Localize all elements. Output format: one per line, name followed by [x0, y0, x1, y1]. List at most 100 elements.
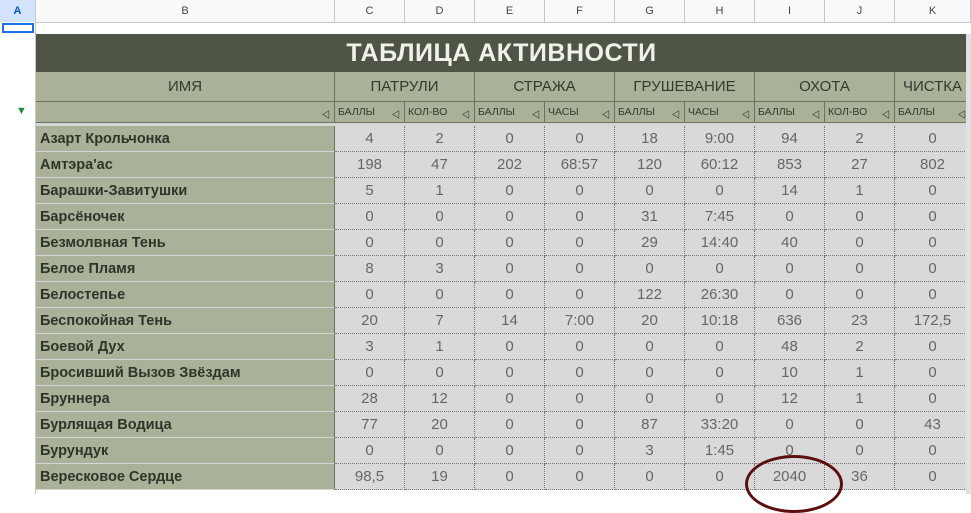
data-cell[interactable]: 98,5	[335, 464, 405, 490]
name-filter-cell[interactable]: ⨞	[36, 102, 335, 123]
data-cell[interactable]: 0	[545, 334, 615, 360]
data-cell[interactable]: 20	[615, 308, 685, 334]
data-cell[interactable]: 0	[825, 438, 895, 464]
row-name[interactable]: Амтэра'ас	[36, 152, 335, 178]
row-name[interactable]: Боевой Дух	[36, 334, 335, 360]
row-name[interactable]: Бурлящая Водица	[36, 412, 335, 438]
row-name[interactable]: Вересковое Сердце	[36, 464, 335, 490]
data-cell[interactable]: 0	[475, 282, 545, 308]
data-cell[interactable]: 26:30	[685, 282, 755, 308]
data-cell[interactable]: 1	[825, 178, 895, 204]
column-header-k[interactable]: K	[895, 0, 971, 22]
data-cell[interactable]: 1:45	[685, 438, 755, 464]
data-cell[interactable]: 77	[335, 412, 405, 438]
data-cell[interactable]: 1	[405, 334, 475, 360]
vertical-scrollbar[interactable]	[966, 34, 971, 494]
data-cell[interactable]: 0	[615, 178, 685, 204]
filter-icon[interactable]: ▼	[16, 105, 27, 117]
row-name[interactable]: Бросивший Вызов Звёздам	[36, 360, 335, 386]
data-cell[interactable]: 7:00	[545, 308, 615, 334]
data-cell[interactable]: 68:57	[545, 152, 615, 178]
column-header-b[interactable]: B	[36, 0, 335, 22]
subheader-cell[interactable]: КОЛ-ВО ⨞	[405, 102, 475, 123]
data-cell[interactable]: 0	[545, 386, 615, 412]
data-cell[interactable]: 0	[405, 360, 475, 386]
data-cell[interactable]: 0	[545, 412, 615, 438]
column-header-j[interactable]: J	[825, 0, 895, 22]
data-cell[interactable]: 0	[895, 256, 971, 282]
data-cell[interactable]: 0	[685, 256, 755, 282]
data-cell[interactable]: 0	[685, 334, 755, 360]
data-cell[interactable]: 12	[755, 386, 825, 412]
data-cell[interactable]: 3	[335, 334, 405, 360]
subheader-cell[interactable]: КОЛ-ВО ⨞	[825, 102, 895, 123]
data-cell[interactable]: 18	[615, 126, 685, 152]
data-cell[interactable]: 0	[475, 438, 545, 464]
data-cell[interactable]: 0	[615, 386, 685, 412]
data-cell[interactable]: 0	[545, 360, 615, 386]
subheader-cell[interactable]: ЧАСЫ ⨞	[545, 102, 615, 123]
data-cell[interactable]: 636	[755, 308, 825, 334]
data-cell[interactable]: 0	[545, 230, 615, 256]
data-cell[interactable]: 33:20	[685, 412, 755, 438]
data-cell[interactable]: 28	[335, 386, 405, 412]
data-cell[interactable]: 0	[755, 256, 825, 282]
data-cell[interactable]: 0	[475, 360, 545, 386]
data-cell[interactable]: 0	[895, 178, 971, 204]
data-cell[interactable]: 3	[615, 438, 685, 464]
column-header-a[interactable]: A	[0, 0, 36, 22]
data-cell[interactable]: 48	[755, 334, 825, 360]
data-cell[interactable]: 23	[825, 308, 895, 334]
data-cell[interactable]: 94	[755, 126, 825, 152]
row-name[interactable]: Белое Пламя	[36, 256, 335, 282]
data-cell[interactable]: 27	[825, 152, 895, 178]
data-cell[interactable]: 853	[755, 152, 825, 178]
row-name[interactable]: Безмолвная Тень	[36, 230, 335, 256]
data-cell[interactable]: 0	[405, 204, 475, 230]
data-cell[interactable]: 0	[895, 204, 971, 230]
data-cell[interactable]: 12	[405, 386, 475, 412]
data-cell[interactable]: 10	[755, 360, 825, 386]
data-cell[interactable]: 0	[335, 204, 405, 230]
data-cell[interactable]: 802	[895, 152, 971, 178]
data-cell[interactable]: 0	[545, 256, 615, 282]
data-cell[interactable]: 0	[405, 230, 475, 256]
data-cell[interactable]: 40	[755, 230, 825, 256]
row-name[interactable]: Бруннера	[36, 386, 335, 412]
data-cell[interactable]: 0	[405, 282, 475, 308]
data-cell[interactable]: 0	[895, 464, 971, 490]
data-cell[interactable]: 0	[755, 204, 825, 230]
data-cell[interactable]: 0	[685, 386, 755, 412]
data-cell[interactable]: 0	[615, 464, 685, 490]
data-cell[interactable]: 43	[895, 412, 971, 438]
data-cell[interactable]: 120	[615, 152, 685, 178]
subheader-cell[interactable]: БАЛЛЫ ⨞	[475, 102, 545, 123]
row-name[interactable]: Белостепье	[36, 282, 335, 308]
data-cell[interactable]: 0	[685, 360, 755, 386]
data-cell[interactable]: 0	[895, 230, 971, 256]
data-cell[interactable]: 0	[685, 178, 755, 204]
data-cell[interactable]: 198	[335, 152, 405, 178]
data-cell[interactable]: 1	[825, 386, 895, 412]
subheader-cell[interactable]: БАЛЛЫ ⨞	[615, 102, 685, 123]
data-cell[interactable]: 0	[335, 438, 405, 464]
row-name[interactable]: Азарт Крольчонка	[36, 126, 335, 152]
data-cell[interactable]: 0	[895, 126, 971, 152]
data-cell[interactable]: 1	[825, 360, 895, 386]
data-cell[interactable]: 10:18	[685, 308, 755, 334]
data-cell[interactable]: 20	[335, 308, 405, 334]
column-header-c[interactable]: C	[335, 0, 405, 22]
data-cell[interactable]: 14	[475, 308, 545, 334]
data-cell[interactable]: 0	[615, 334, 685, 360]
column-header-g[interactable]: G	[615, 0, 685, 22]
data-cell[interactable]: 2	[405, 126, 475, 152]
data-cell[interactable]: 7	[405, 308, 475, 334]
subheader-cell[interactable]: ЧАСЫ ⨞	[685, 102, 755, 123]
data-cell[interactable]: 0	[475, 464, 545, 490]
data-cell[interactable]: 0	[825, 256, 895, 282]
data-cell[interactable]: 0	[895, 360, 971, 386]
selected-cell[interactable]	[2, 23, 34, 33]
data-cell[interactable]: 0	[335, 282, 405, 308]
column-header-h[interactable]: H	[685, 0, 755, 22]
data-cell[interactable]: 0	[545, 464, 615, 490]
